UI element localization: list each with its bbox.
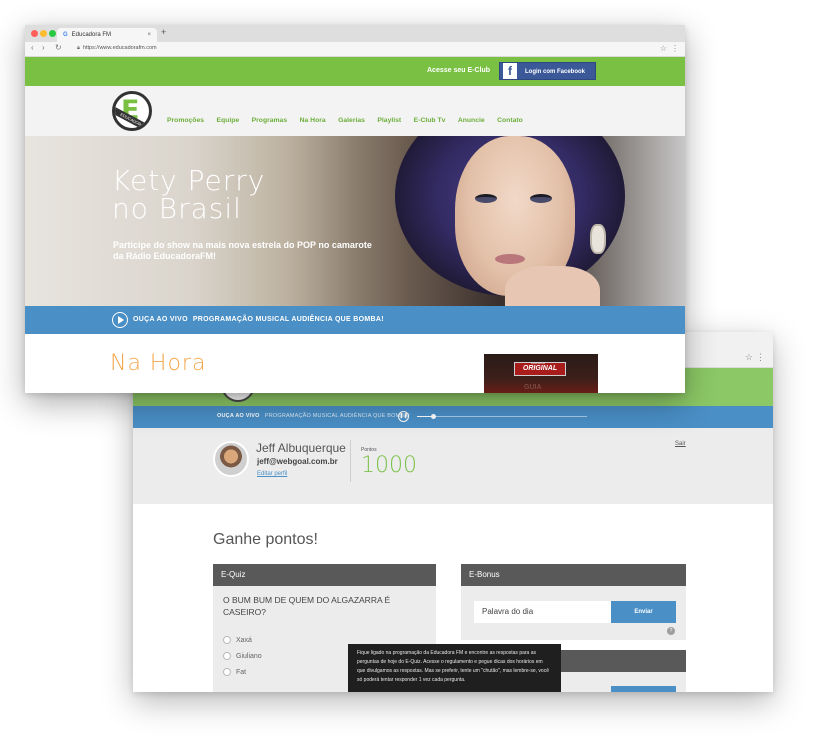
address-bar: ‹ › ↻ 🔒︎ https://www.educadorafm.com ☆ ⋮ (25, 42, 685, 57)
help-icon[interactable]: ? (667, 627, 675, 635)
nav-item-promocoes[interactable]: Promoções (167, 117, 204, 124)
tab-strip: G Educadora FM × + (25, 25, 685, 42)
play-icon[interactable] (112, 312, 128, 328)
nav-item-programas[interactable]: Programas (252, 117, 288, 124)
nav-item-galerias[interactable]: Galerias (338, 117, 365, 124)
forward-icon[interactable]: › (42, 43, 45, 52)
nav-menu: Promoções Equipe Programas Na Hora Galer… (167, 109, 531, 127)
reload-icon[interactable]: ↻ (55, 43, 62, 52)
close-window-icon[interactable] (31, 30, 38, 37)
quiz-option[interactable]: Fat (223, 668, 246, 676)
live-tagline: PROGRAMAÇÃO MUSICAL AUDIÊNCIA QUE BOMBA! (264, 413, 410, 419)
live-player-bar: OUÇA AO VIVO PROGRAMAÇÃO MUSICAL AUDIÊNC… (133, 406, 773, 428)
site-topbar: Acesse seu E-Club f Login com Facebook (25, 57, 685, 86)
user-name: Jeff Albuquerque (256, 441, 346, 455)
lock-icon: 🔒︎ (77, 45, 80, 51)
ad-footer-text: GUIA (524, 384, 542, 391)
pause-icon[interactable]: ❚❚ (398, 411, 409, 422)
divider (350, 440, 351, 482)
points-value: 1000 (361, 453, 417, 478)
browser-menu-icon[interactable]: ⋮ (756, 352, 765, 363)
main-navigation: E EDUCADORA FM Promoções Equipe Programa… (25, 86, 685, 136)
hero-image-earring (590, 224, 606, 254)
educadora-logo[interactable]: E EDUCADORA FM (112, 91, 152, 131)
word-of-day-input[interactable]: Palavra do dia (474, 601, 611, 623)
quiz-card-header: E-Quiz (213, 564, 436, 586)
nav-item-equipe[interactable]: Equipe (216, 117, 239, 124)
facebook-icon: f (503, 63, 517, 79)
bookmark-star-icon[interactable]: ☆ (660, 44, 667, 53)
radio-button[interactable] (223, 652, 231, 660)
live-player-text: OUÇA AO VIVO PROGRAMAÇÃO MUSICAL AUDIÊNCI… (133, 316, 384, 323)
quiz-option[interactable]: Giuliano (223, 652, 262, 660)
live-label[interactable]: OUÇA AO VIVO (217, 413, 260, 419)
quiz-option[interactable]: Xaxá (223, 636, 252, 644)
submit-button[interactable]: Enviar (611, 601, 676, 623)
hero-image-hand (505, 266, 600, 306)
section-heading: Ganhe pontos! (213, 531, 318, 548)
eclub-link[interactable]: Acesse seu E-Club (427, 67, 490, 74)
tab-title: Educadora FM (71, 32, 112, 38)
bookmark-star-icon[interactable]: ☆ (745, 352, 753, 363)
radio-button[interactable] (223, 636, 231, 644)
hero-image-eye (530, 194, 552, 203)
player-progress-track[interactable] (417, 416, 587, 417)
nav-item-eclub-tv[interactable]: E-Club Tv (414, 117, 446, 124)
back-icon[interactable]: ‹ (31, 43, 34, 52)
ad-brand-badge: CERVEJA ORIGINAL (514, 361, 566, 376)
edit-profile-link[interactable]: Editar perfil (257, 471, 287, 477)
url-field[interactable]: 🔒︎ https://www.educadorafm.com (77, 45, 157, 52)
facebook-login-label: Login com Facebook (525, 69, 586, 75)
quiz-question: O BUM BUM DE QUEM DO ALGAZARRA É CASEIRO… (223, 595, 391, 617)
user-email: jeff@webgoal.com.br (257, 457, 338, 466)
hero-image-lips (495, 254, 525, 264)
hero-title-line: Kety Perry (112, 164, 266, 197)
new-tab-button[interactable]: + (161, 27, 166, 37)
logout-link[interactable]: Sair (675, 441, 686, 447)
next-card-button[interactable] (611, 686, 676, 692)
ad-banner[interactable]: CERVEJA ORIGINAL GUIA (484, 354, 598, 393)
nav-item-na-hora[interactable]: Na Hora (300, 117, 326, 124)
hero-banner[interactable]: Kety Perry no Brasil Participe do show n… (25, 136, 685, 306)
browser-menu-icon[interactable]: ⋮ (671, 44, 679, 53)
section-title: Na Hora (110, 351, 207, 376)
favicon-icon: G (63, 32, 68, 38)
user-panel: Jeff Albuquerque jeff@webgoal.com.br Edi… (133, 428, 773, 504)
player-progress-handle[interactable] (431, 414, 436, 419)
nav-item-playlist[interactable]: Playlist (377, 117, 401, 124)
hero-title-line: no Brasil (112, 192, 242, 225)
live-label[interactable]: OUÇA AO VIVO (133, 316, 188, 323)
ad-badge-small: CERVEJA (531, 361, 546, 365)
minimize-window-icon[interactable] (40, 30, 47, 37)
hero-subtitle: Participe do show na mais nova estrela d… (113, 240, 372, 261)
bonus-card-header: E-Bonus (461, 564, 686, 586)
live-tagline: PROGRAMAÇÃO MUSICAL AUDIÊNCIA QUE BOMBA! (192, 316, 384, 323)
quiz-tooltip: Fique ligado na programação da Educadora… (348, 644, 561, 692)
facebook-login-button[interactable]: f Login com Facebook (499, 62, 596, 80)
hero-image-eye (475, 194, 497, 203)
nav-item-contato[interactable]: Contato (497, 117, 523, 124)
radio-button[interactable] (223, 668, 231, 676)
live-player-text: OUÇA AO VIVO PROGRAMAÇÃO MUSICAL AUDIÊNC… (217, 413, 410, 419)
home-browser-window: G Educadora FM × + ‹ › ↻ 🔒︎ https://www.ed… (25, 25, 685, 393)
avatar (213, 441, 249, 477)
maximize-window-icon[interactable] (49, 30, 56, 37)
hero-title: Kety Perry no Brasil (112, 167, 265, 223)
browser-tab[interactable]: G Educadora FM × (57, 28, 157, 42)
tab-close-icon[interactable]: × (147, 28, 151, 42)
live-player-bar: OUÇA AO VIVO PROGRAMAÇÃO MUSICAL AUDIÊNCI… (25, 306, 685, 334)
nav-item-anuncie[interactable]: Anuncie (458, 117, 485, 124)
